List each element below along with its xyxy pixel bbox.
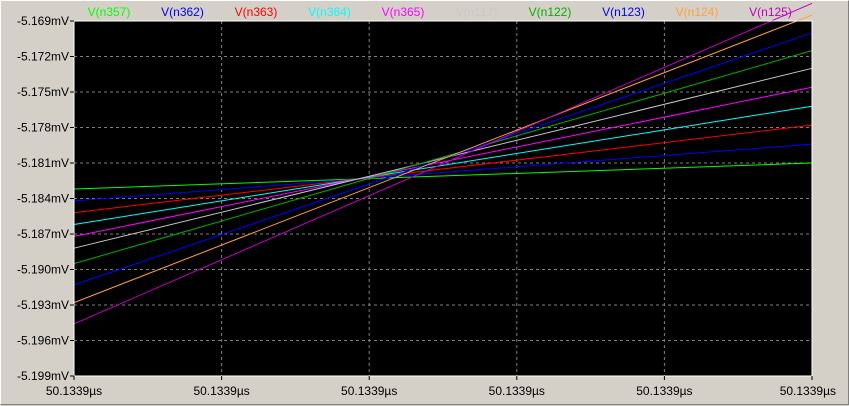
legend-entry[interactable]: V(n124) xyxy=(676,5,719,19)
legend-entry[interactable]: V(n364) xyxy=(308,5,351,19)
legend: V(n357) V(n362) V(n363) V(n364) V(n365) V(n11… xyxy=(88,5,792,19)
y-tick-label: -5.199mV xyxy=(17,369,69,383)
x-tick-label: 50.1339µs xyxy=(636,384,692,398)
legend-entry[interactable]: V(n117) xyxy=(456,5,498,19)
y-tick-label: -5.190mV xyxy=(17,263,69,277)
x-axis-ticks: 50.1339µs 50.1339µs 50.1339µs 50.1339µs 50.1… xyxy=(46,376,836,398)
legend-entry[interactable]: V(n362) xyxy=(161,5,204,19)
x-tick-label: 50.1339µs xyxy=(46,384,102,398)
legend-entry[interactable]: V(n357) xyxy=(88,5,131,19)
y-tick-label: -5.196mV xyxy=(17,334,69,348)
waveform-plot[interactable]: -5.169mV -5.172mV -5.175mV -5.178mV -5.181mV… xyxy=(1,1,849,406)
y-tick-label: -5.187mV xyxy=(17,227,69,241)
y-tick-label: -5.193mV xyxy=(17,298,69,312)
x-tick-label: 50.1339µs xyxy=(341,384,397,398)
y-axis-ticks: -5.169mV -5.172mV -5.175mV -5.178mV -5.181mV… xyxy=(17,14,74,383)
legend-entry[interactable]: V(n125) xyxy=(749,5,792,19)
y-tick-label: -5.169mV xyxy=(17,14,69,28)
x-tick-label: 50.1339µs xyxy=(193,384,249,398)
legend-entry[interactable]: V(n122) xyxy=(529,5,572,19)
waveform-window[interactable]: -5.169mV -5.172mV -5.175mV -5.178mV -5.181mV… xyxy=(0,0,849,405)
y-tick-label: -5.175mV xyxy=(17,85,69,99)
y-tick-label: -5.172mV xyxy=(17,50,69,64)
legend-entry[interactable]: V(n365) xyxy=(382,5,425,19)
x-tick-label: 50.1339µs xyxy=(780,384,836,398)
legend-entry[interactable]: V(n363) xyxy=(235,5,278,19)
legend-entry[interactable]: V(n123) xyxy=(602,5,645,19)
y-tick-label: -5.181mV xyxy=(17,156,69,170)
y-tick-label: -5.178mV xyxy=(17,121,69,135)
y-tick-label: -5.184mV xyxy=(17,192,69,206)
x-tick-label: 50.1339µs xyxy=(489,384,545,398)
